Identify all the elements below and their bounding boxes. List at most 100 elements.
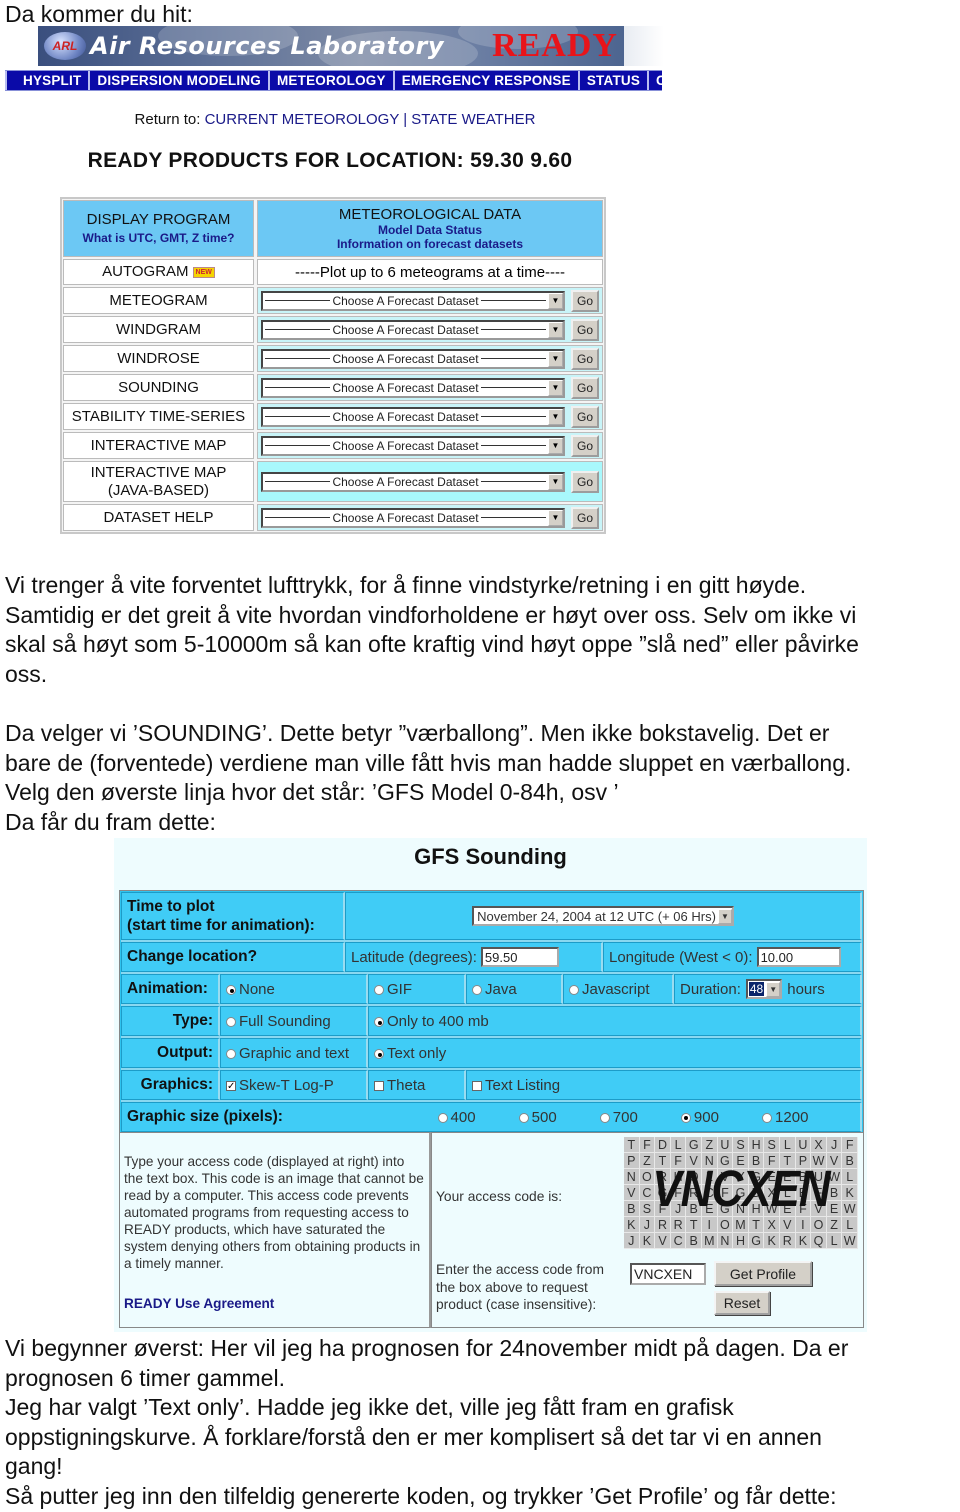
captcha-letter: M <box>702 1233 718 1249</box>
return-to: Return to: CURRENT METEOROLOGY | STATE W… <box>0 111 670 128</box>
go-button[interactable]: Go <box>571 470 599 493</box>
dataset-cell: Choose A Forecast Dataset ▼ Go <box>257 432 603 459</box>
main-nav: HYSPLIT DISPERSION MODELING METEOROLOGY … <box>5 70 662 91</box>
radio-icon <box>226 985 236 995</box>
radio-size-900[interactable]: 900 <box>680 1109 719 1126</box>
new-badge: NEW <box>192 266 215 278</box>
model-status-link[interactable]: Model Data Status <box>378 223 482 237</box>
autogram-link[interactable]: -----Plot up to 6 meteograms at a time--… <box>257 259 603 285</box>
captcha-letter: O <box>717 1217 734 1233</box>
location-row: Change location? Latitude (degrees): 59.… <box>121 942 862 974</box>
text-line: Velg den øverste linja hvor det står: ’G… <box>5 779 619 806</box>
radio-animation-javascript[interactable]: Javascript <box>563 974 674 1004</box>
captcha-letter: J <box>639 1217 656 1233</box>
dataset-cell: Choose A Forecast Dataset ▼ Go <box>257 345 603 372</box>
arl-banner: ARL Air Resources Laboratory READY <box>38 26 624 66</box>
go-button[interactable]: Go <box>571 434 599 457</box>
radio-size-500[interactable]: 500 <box>518 1109 557 1126</box>
captcha-letter: Q <box>811 1233 827 1249</box>
radio-animation-java[interactable]: Java <box>466 974 563 1004</box>
use-agreement-link[interactable]: READY Use Agreement <box>124 1295 274 1312</box>
banner-title: Air Resources Laboratory <box>90 32 445 60</box>
radio-size-400[interactable]: 400 <box>437 1109 476 1126</box>
link-current-meteorology[interactable]: CURRENT METEOROLOGY <box>205 111 399 128</box>
captcha-letter: G <box>686 1137 702 1153</box>
nav-emergency-response[interactable]: EMERGENCY RESPONSE <box>392 71 578 90</box>
checkbox-text-listing[interactable]: Text Listing <box>466 1070 862 1100</box>
longitude-label: Longitude (West < 0): <box>609 948 753 966</box>
type-label: Type: <box>121 1006 220 1036</box>
dataset-select[interactable]: Choose A Forecast Dataset ▼ <box>261 290 565 311</box>
go-button[interactable]: Go <box>571 347 599 370</box>
dataset-select[interactable]: Choose A Forecast Dataset ▼ <box>261 406 565 427</box>
captcha-letter: K <box>624 1217 640 1233</box>
product-label: INTERACTIVE MAP (JAVA-BASED) <box>63 461 254 502</box>
radio-animation-none[interactable]: None <box>220 974 368 1004</box>
latitude-input[interactable]: 59.50 <box>480 947 559 967</box>
chevron-down-icon: ▼ <box>548 437 563 454</box>
radio-icon <box>599 1112 610 1123</box>
product-row: WINDGRAM Choose A Forecast Dataset ▼ Go <box>63 316 603 343</box>
captcha-letter: K <box>764 1233 780 1249</box>
latitude-label: Latitude (degrees): <box>351 948 477 966</box>
dataset-select[interactable]: Choose A Forecast Dataset ▼ <box>261 471 565 492</box>
text-line: Samtidig er det greit å vite hvordan vin… <box>5 601 857 628</box>
access-explanation: Type your access code (displayed at righ… <box>119 1132 431 1328</box>
go-button[interactable]: Go <box>571 289 599 312</box>
radio-type-400mb[interactable]: Only to 400 mb <box>368 1006 862 1036</box>
duration-select[interactable]: 48 ▼ <box>745 979 783 999</box>
forecast-info-link[interactable]: Information on forecast datasets <box>337 237 523 251</box>
captcha-letter: S <box>733 1137 749 1153</box>
captcha-letter: T <box>686 1217 702 1233</box>
product-row: WINDROSE Choose A Forecast Dataset ▼ Go <box>63 345 603 372</box>
captcha-letter: H <box>748 1137 765 1153</box>
access-code-section: Type your access code (displayed at righ… <box>119 1132 864 1328</box>
dataset-select[interactable]: Choose A Forecast Dataset ▼ <box>261 348 565 369</box>
checkbox-skewt[interactable]: ✓ Skew-T Log-P <box>220 1070 368 1100</box>
radio-icon <box>374 1049 384 1059</box>
link-state-weather[interactable]: STATE WEATHER <box>411 111 535 128</box>
captcha-letter: V <box>780 1217 796 1233</box>
dataset-select[interactable]: Choose A Forecast Dataset ▼ <box>261 319 565 340</box>
product-label: METEOGRAM <box>63 287 254 314</box>
nav-contact[interactable]: CONT <box>647 71 662 90</box>
radio-icon <box>226 1017 236 1027</box>
captcha-letter: Z <box>702 1137 718 1153</box>
radio-animation-gif[interactable]: GIF <box>368 974 466 1004</box>
captcha-letter: L <box>842 1217 858 1233</box>
longitude-input[interactable]: 10.00 <box>756 947 841 967</box>
time-cell: November 24, 2004 at 12 UTC (+ 06 Hrs) ▼ <box>345 892 862 940</box>
time-select[interactable]: November 24, 2004 at 12 UTC (+ 06 Hrs) ▼ <box>472 906 734 926</box>
checkbox-theta[interactable]: Theta <box>368 1070 466 1100</box>
captcha-letter: J <box>826 1137 843 1153</box>
go-button[interactable]: Go <box>571 506 599 529</box>
utc-help-link[interactable]: What is UTC, GMT, Z time? <box>83 229 235 247</box>
nav-meteorology[interactable]: METEOROLOGY <box>267 71 393 90</box>
go-button[interactable]: Go <box>571 405 599 428</box>
reset-button[interactable]: Reset <box>714 1291 770 1315</box>
radio-icon <box>518 1112 529 1123</box>
access-code-input[interactable]: VNCXEN <box>630 1263 706 1285</box>
text-line: prognosen 6 timer gammel. <box>5 1364 285 1391</box>
nav-status[interactable]: STATUS <box>577 71 647 90</box>
nav-dispersion-modeling[interactable]: DISPERSION MODELING <box>88 71 268 90</box>
get-profile-button[interactable]: Get Profile <box>714 1261 812 1286</box>
checkbox-icon <box>374 1081 384 1091</box>
radio-output-text[interactable]: Text only <box>368 1038 862 1068</box>
radio-output-graphic[interactable]: Graphic and text <box>220 1038 368 1068</box>
size-label: Graphic size (pixels): <box>121 1102 411 1132</box>
captcha-letter: B <box>686 1233 702 1249</box>
product-row: SOUNDING Choose A Forecast Dataset ▼ Go <box>63 374 603 401</box>
radio-size-1200[interactable]: 1200 <box>762 1109 808 1126</box>
radio-icon <box>762 1112 773 1123</box>
radio-type-full[interactable]: Full Sounding <box>220 1006 368 1036</box>
go-button[interactable]: Go <box>571 376 599 399</box>
go-button[interactable]: Go <box>571 318 599 341</box>
radio-size-700[interactable]: 700 <box>599 1109 638 1126</box>
dataset-select[interactable]: Choose A Forecast Dataset ▼ <box>261 435 565 456</box>
dataset-select[interactable]: Choose A Forecast Dataset ▼ <box>261 507 565 528</box>
captcha-letter: K <box>795 1233 812 1249</box>
dataset-select[interactable]: Choose A Forecast Dataset ▼ <box>261 377 565 398</box>
chevron-down-icon: ▼ <box>717 908 732 924</box>
nav-hysplit[interactable]: HYSPLIT <box>5 71 88 90</box>
